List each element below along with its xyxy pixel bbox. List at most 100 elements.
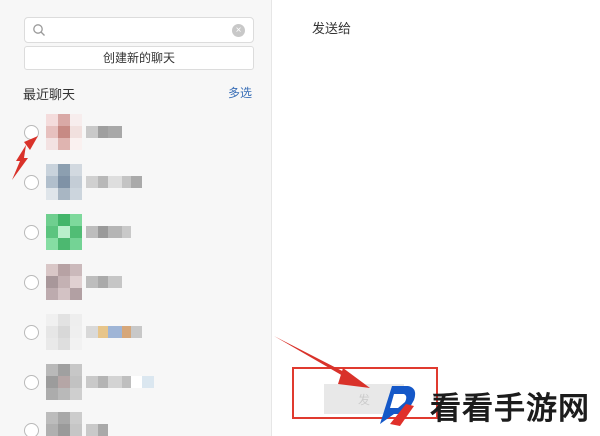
avatar-pixel xyxy=(70,226,82,238)
select-radio[interactable] xyxy=(24,275,39,290)
name-pixel xyxy=(86,376,98,388)
name-pixel xyxy=(98,424,108,436)
watermark: 看看手游网 xyxy=(372,378,594,432)
name-pixel xyxy=(86,226,98,238)
multi-select-link[interactable]: 多选 xyxy=(228,84,252,101)
avatar-pixel xyxy=(46,376,58,388)
avatar-pixel xyxy=(46,424,58,436)
name-pixel xyxy=(131,376,142,388)
select-radio[interactable] xyxy=(24,375,39,390)
name-pixel xyxy=(98,226,108,238)
contact-name-blurred xyxy=(86,126,122,138)
avatar-pixel xyxy=(70,126,82,138)
select-radio[interactable] xyxy=(24,125,39,140)
avatar-pixel xyxy=(58,314,70,326)
avatar-pixel xyxy=(58,238,70,250)
name-pixel xyxy=(122,376,131,388)
search-input[interactable] xyxy=(49,20,229,40)
recent-chats-title: 最近聊天 xyxy=(23,87,76,102)
avatar-pixel xyxy=(70,138,82,150)
avatar-pixel xyxy=(46,238,58,250)
avatar-pixel xyxy=(46,226,58,238)
avatar-pixel xyxy=(58,424,70,436)
contact-name-blurred xyxy=(86,326,142,338)
contact-name-blurred xyxy=(86,226,131,238)
contact-row[interactable] xyxy=(0,362,272,404)
avatar-pixel xyxy=(58,188,70,200)
avatar-pixel xyxy=(70,326,82,338)
avatar-pixel xyxy=(58,164,70,176)
select-radio[interactable] xyxy=(24,423,39,436)
contact-row[interactable] xyxy=(0,312,272,354)
avatar-pixel xyxy=(70,376,82,388)
avatar-pixel xyxy=(46,138,58,150)
name-pixel xyxy=(86,326,98,338)
avatar-pixel xyxy=(70,424,82,436)
avatar-pixel xyxy=(46,176,58,188)
avatar-pixel xyxy=(58,388,70,400)
avatar-pixel xyxy=(58,376,70,388)
name-pixel xyxy=(108,226,122,238)
avatar-pixel xyxy=(70,238,82,250)
contact-name-blurred xyxy=(86,376,154,388)
avatar-pixel xyxy=(70,288,82,300)
avatar-pixel xyxy=(70,388,82,400)
watermark-text: 看看手游网 xyxy=(430,390,590,427)
avatar-pixel xyxy=(46,276,58,288)
name-pixel xyxy=(86,276,98,288)
contact-row[interactable] xyxy=(0,262,272,304)
avatar-pixel xyxy=(58,288,70,300)
avatar-pixel xyxy=(46,314,58,326)
avatar-pixel xyxy=(70,114,82,126)
select-radio[interactable] xyxy=(24,225,39,240)
avatar-pixel xyxy=(58,114,70,126)
name-pixel xyxy=(108,126,122,138)
name-pixel xyxy=(98,176,108,188)
name-pixel xyxy=(108,376,122,388)
avatar-pixel xyxy=(70,176,82,188)
contact-name-blurred xyxy=(86,276,122,288)
clear-icon[interactable]: × xyxy=(232,24,245,37)
avatar-pixel xyxy=(70,264,82,276)
name-pixel xyxy=(98,126,108,138)
avatar-pixel xyxy=(46,388,58,400)
avatar-pixel xyxy=(58,326,70,338)
avatar-pixel xyxy=(70,188,82,200)
avatar xyxy=(46,364,82,400)
avatar xyxy=(46,412,82,436)
name-pixel xyxy=(98,376,108,388)
avatar-pixel xyxy=(46,126,58,138)
avatar-pixel xyxy=(58,214,70,226)
avatar-pixel xyxy=(70,214,82,226)
contact-row[interactable] xyxy=(0,212,272,254)
name-pixel xyxy=(108,326,122,338)
avatar-pixel xyxy=(70,338,82,350)
chat-list-panel: × 创建新的聊天 最近聊天 多选 xyxy=(0,0,272,436)
avatar-pixel xyxy=(46,338,58,350)
avatar xyxy=(46,114,82,150)
search-box[interactable]: × xyxy=(24,17,254,43)
avatar-pixel xyxy=(46,188,58,200)
avatar-pixel xyxy=(46,364,58,376)
avatar-pixel xyxy=(70,164,82,176)
name-pixel xyxy=(86,424,98,436)
name-pixel xyxy=(86,126,98,138)
avatar-pixel xyxy=(58,364,70,376)
name-pixel xyxy=(131,176,142,188)
contact-row[interactable] xyxy=(0,162,272,204)
contact-row[interactable] xyxy=(0,410,272,436)
avatar-pixel xyxy=(46,326,58,338)
create-new-chat-button[interactable]: 创建新的聊天 xyxy=(24,46,254,70)
select-radio[interactable] xyxy=(24,175,39,190)
avatar-pixel xyxy=(46,164,58,176)
send-to-title: 发送给 xyxy=(312,21,352,36)
select-radio[interactable] xyxy=(24,325,39,340)
avatar-pixel xyxy=(58,176,70,188)
avatar-pixel xyxy=(58,276,70,288)
avatar-pixel xyxy=(58,338,70,350)
contact-row[interactable] xyxy=(0,112,272,154)
avatar-pixel xyxy=(46,114,58,126)
avatar-pixel xyxy=(58,412,70,424)
avatar xyxy=(46,164,82,200)
name-pixel xyxy=(108,176,122,188)
